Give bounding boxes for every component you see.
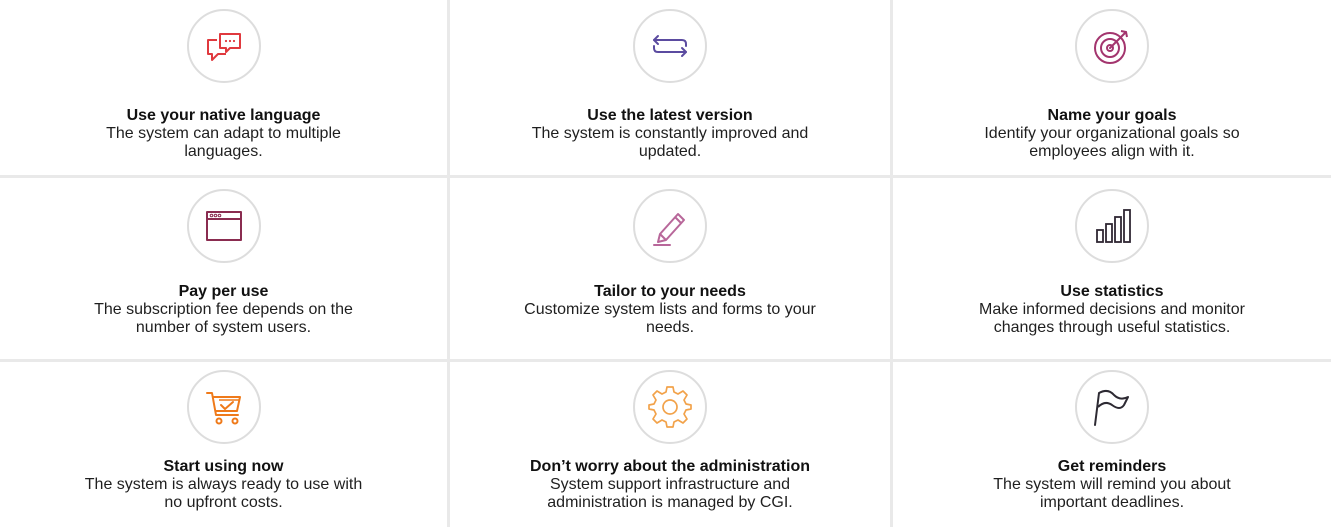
feature-title: Name your goals <box>1047 107 1177 124</box>
feature-description: The system is always ready to use with n… <box>84 476 363 511</box>
feature-text: Tailor to your needs Customize system li… <box>510 283 830 337</box>
flag-icon <box>1094 389 1129 426</box>
icon-badge <box>633 189 707 263</box>
feature-card-tailor: Tailor to your needs Customize system li… <box>450 178 893 362</box>
feature-text: Start using now The system is always rea… <box>79 458 369 512</box>
icon-badge <box>1075 9 1149 83</box>
feature-text: Use your native language The system can … <box>79 107 369 161</box>
features-grid: Use your native language The system can … <box>0 0 1331 527</box>
feature-title: Don’t worry about the administration <box>529 458 810 475</box>
feature-title: Use your native language <box>126 107 321 124</box>
target-icon <box>1094 30 1128 64</box>
feature-title: Start using now <box>163 458 284 475</box>
feature-card-administration: Don’t worry about the administration Sys… <box>450 362 893 527</box>
feature-title: Get reminders <box>1057 458 1167 475</box>
feature-text: Pay per use The subscription fee depends… <box>79 283 369 337</box>
feature-description: The system will remind you about importa… <box>993 476 1231 511</box>
feature-title: Tailor to your needs <box>594 283 746 300</box>
feature-text: Use the latest version The system is con… <box>510 107 830 161</box>
bar-chart-icon <box>1096 209 1131 243</box>
icon-badge <box>186 370 261 444</box>
icon-badge <box>186 189 261 263</box>
icon-badge <box>1075 370 1149 444</box>
feature-card-latest-version: Use the latest version The system is con… <box>450 0 893 178</box>
feature-card-reminders: Get reminders The system will remind you… <box>893 362 1331 527</box>
feature-description: The system can adapt to multiple languag… <box>106 125 341 160</box>
feature-description: The system is constantly improved and up… <box>531 125 809 160</box>
icon-badge <box>633 370 707 444</box>
feature-card-start-now: Start using now The system is always rea… <box>0 362 450 527</box>
feature-card-statistics: Use statistics Make informed decisions a… <box>893 178 1331 362</box>
feature-description: Customize system lists and forms to your… <box>524 301 816 336</box>
feature-text: Use statistics Make informed decisions a… <box>967 283 1257 337</box>
feature-text: Get reminders The system will remind you… <box>967 458 1257 512</box>
feature-description: The subscription fee depends on the numb… <box>94 301 353 336</box>
feature-card-goals: Name your goals Identify your organizati… <box>893 0 1331 178</box>
icon-badge <box>633 9 707 83</box>
gear-icon <box>648 386 692 428</box>
feature-description: Make informed decisions and monitor chan… <box>979 301 1245 336</box>
feature-text: Don’t worry about the administration Sys… <box>510 458 830 512</box>
refresh-arrows-icon <box>653 35 687 57</box>
feature-description: System support infrastructure and admini… <box>547 476 793 511</box>
feature-text: Name your goals Identify your organizati… <box>967 107 1257 161</box>
feature-card-pay-per-use: Pay per use The subscription fee depends… <box>0 178 450 362</box>
shopping-cart-icon <box>205 392 241 425</box>
browser-window-icon <box>205 211 242 241</box>
speech-bubbles-icon <box>206 33 241 61</box>
feature-title: Use the latest version <box>587 107 753 124</box>
pencil-icon <box>653 213 685 246</box>
feature-title: Use statistics <box>1060 283 1164 300</box>
icon-badge <box>186 9 261 83</box>
feature-description: Identify your organizational goals so em… <box>984 125 1240 160</box>
feature-title: Pay per use <box>178 283 269 300</box>
icon-badge <box>1075 189 1149 263</box>
feature-card-native-language: Use your native language The system can … <box>0 0 450 178</box>
